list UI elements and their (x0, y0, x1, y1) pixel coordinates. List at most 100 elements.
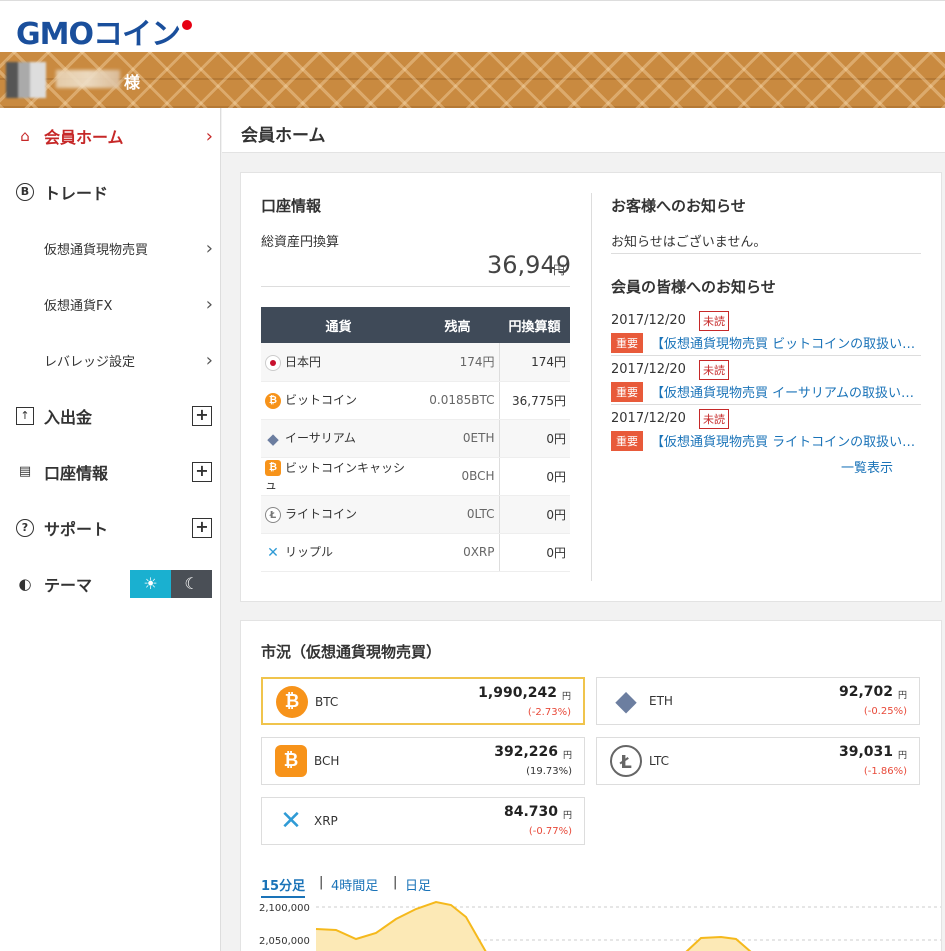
divider (611, 253, 921, 254)
unread-badge: 未読 (699, 409, 729, 429)
news-date: 2017/12/20 (611, 313, 686, 328)
sidebar-item-theme: ◐ テーマ ☀ ☾ (0, 556, 221, 612)
balance-cell: 0LTC (416, 495, 500, 534)
sidebar-item-label: 会員ホーム (44, 128, 124, 147)
market-symbol: LTC (649, 754, 670, 768)
sidebar-item-leverage-settings[interactable]: レバレッジ設定 › (0, 332, 221, 388)
expand-plus-icon[interactable]: + (192, 406, 212, 426)
price-unit: 円 (897, 751, 907, 761)
news-item[interactable]: 2017/12/20 未読 重要 【仮想通貨現物売買 イーサリアムの取扱い開始に… (611, 356, 921, 405)
tab-4hour[interactable]: 4時間足 (331, 875, 378, 894)
tab-separator: | (319, 875, 324, 890)
deposit-icon: ↑ (16, 407, 34, 425)
tab-15min[interactable]: 15分足 (261, 875, 306, 898)
price-chart[interactable]: 2,100,000 2,050,000 (241, 897, 941, 951)
tab-daily[interactable]: 日足 (405, 875, 431, 894)
market-tile-btc[interactable]: ₿ BTC 1,990,242 円 (-2.73%) (261, 677, 585, 725)
sidebar-item-deposit-withdraw[interactable]: ↑ 入出金 + (0, 388, 221, 444)
user-banner: 様 (0, 52, 945, 108)
market-price: 392,226 (494, 744, 558, 760)
question-icon: ? (16, 519, 34, 537)
table-header-row: 通貨 残高 円換算額 (261, 307, 570, 343)
price-unit: 円 (562, 811, 572, 821)
total-assets-label: 総資産円換算 (261, 235, 340, 250)
news-link[interactable]: 【仮想通貨現物売買 イーサリアムの取扱い開始について】 (651, 382, 921, 401)
news-date: 2017/12/20 (611, 362, 686, 377)
palette-icon: ◐ (18, 575, 32, 593)
price-change: (19.73%) (526, 766, 572, 777)
page-title: 会員ホーム (241, 126, 326, 146)
account-title: 口座情報 (261, 197, 322, 215)
news-item[interactable]: 2017/12/20 未読 重要 【仮想通貨現物売買 ライトコインの取扱い開始に… (611, 405, 921, 453)
sidebar-item-label: トレード (44, 184, 109, 203)
currency-name: イーサリアム (285, 431, 356, 446)
yen-value-cell: 36,775円 (499, 381, 570, 420)
market-symbol: XRP (314, 814, 338, 828)
xrp-icon: ✕ (280, 806, 302, 836)
currency-cell: ₿ ビットコイン (261, 381, 416, 420)
sidebar-item-account-info[interactable]: ▤ 口座情報 + (0, 444, 221, 500)
sidebar-item-member-home[interactable]: ⌂ 会員ホーム › (0, 108, 221, 164)
page-header: 会員ホーム (222, 108, 945, 153)
column-header: 残高 (416, 307, 499, 343)
balance-table: 通貨 残高 円換算額 日本円 174円 174円 ₿ ビットコイン 0.0185B… (261, 307, 570, 572)
chevron-right-icon: › (205, 293, 213, 315)
ltc-icon: Ł (265, 506, 281, 523)
chart-area-left (316, 902, 486, 951)
account-card: 口座情報 総資産円換算 36,949 円 通貨 残高 円換算額 日本円 174円… (240, 172, 942, 602)
members-notice-title: 会員の皆様へのお知らせ (611, 278, 776, 296)
currency-cell: ✕ リップル (261, 533, 416, 572)
currency-name: ビットコインキャッシュ (265, 460, 406, 493)
sidebar-item-label: レバレッジ設定 (44, 354, 136, 370)
y-tick-label: 2,050,000 (259, 936, 310, 947)
sidebar-item-label: テーマ (44, 576, 93, 595)
market-tile-xrp[interactable]: ✕ XRP 84.730 円 (-0.77%) (261, 797, 585, 845)
moon-icon[interactable]: ☾ (171, 570, 212, 598)
sidebar-item-spot-trading[interactable]: 仮想通貨現物売買 › (0, 220, 221, 276)
market-tile-ltc[interactable]: Ł LTC 39,031 円 (-1.86%) (596, 737, 920, 785)
sidebar-item-crypto-fx[interactable]: 仮想通貨FX › (0, 276, 221, 332)
table-row: ₿ ビットコイン 0.0185BTC 36,775円 (261, 381, 570, 420)
yen-value-cell: 0円 (499, 457, 570, 496)
expand-plus-icon[interactable]: + (192, 462, 212, 482)
btc-icon: ₿ (276, 686, 308, 718)
total-assets-unit: 円 (553, 263, 566, 277)
news-item[interactable]: 2017/12/20 未読 重要 【仮想通貨現物売買 ビットコインの取扱い開始に… (611, 307, 921, 356)
account-icon: ▤ (18, 464, 32, 479)
market-price: 92,702 (838, 684, 893, 700)
ltc-icon: Ł (610, 745, 642, 777)
balance-cell: 0.0185BTC (416, 381, 500, 420)
balance-cell: 0XRP (416, 533, 500, 572)
yen-value-cell: 0円 (499, 533, 570, 572)
user-suffix: 様 (124, 73, 141, 92)
news-date: 2017/12/20 (611, 411, 686, 426)
expand-plus-icon[interactable]: + (192, 518, 212, 538)
customer-notice-empty: お知らせはございません。 (611, 235, 767, 250)
eth-icon: ◆ (267, 429, 279, 448)
price-change: (-1.86%) (863, 766, 907, 777)
sidebar-item-support[interactable]: ? サポート + (0, 500, 221, 556)
jpy-flag-icon (265, 354, 281, 371)
sun-icon[interactable]: ☀ (130, 570, 171, 598)
bch-icon: ₿ (265, 460, 281, 477)
theme-toggle[interactable]: ☀ ☾ (130, 570, 212, 598)
important-badge: 重要 (611, 431, 643, 451)
chevron-right-icon: › (205, 125, 213, 147)
eth-icon: ◆ (615, 684, 637, 717)
view-all-link[interactable]: 一覧表示 (841, 457, 893, 476)
news-link[interactable]: 【仮想通貨現物売買 ビットコインの取扱い開始について】 (651, 333, 921, 352)
table-row: ◆ イーサリアム 0ETH 0円 (261, 419, 570, 458)
market-tile-bch[interactable]: ₿ BCH 392,226 円 (19.73%) (261, 737, 585, 785)
important-badge: 重要 (611, 382, 643, 402)
market-tile-eth[interactable]: ◆ ETH 92,702 円 (-0.25%) (596, 677, 920, 725)
currency-cell: ₿ ビットコインキャッシュ (261, 457, 416, 496)
market-symbol: BCH (314, 754, 340, 768)
gmo-coin-logo[interactable]: GMOコイン (16, 9, 192, 53)
chevron-right-icon: › (205, 237, 213, 259)
news-link[interactable]: 【仮想通貨現物売買 ライトコインの取扱い開始について】 (651, 431, 921, 450)
currency-name: リップル (285, 545, 334, 560)
price-change: (-2.73%) (527, 707, 571, 718)
xrp-icon: ✕ (267, 544, 279, 561)
sidebar-item-trade[interactable]: B トレード (0, 164, 221, 220)
top-bar: GMOコイン (0, 0, 945, 52)
